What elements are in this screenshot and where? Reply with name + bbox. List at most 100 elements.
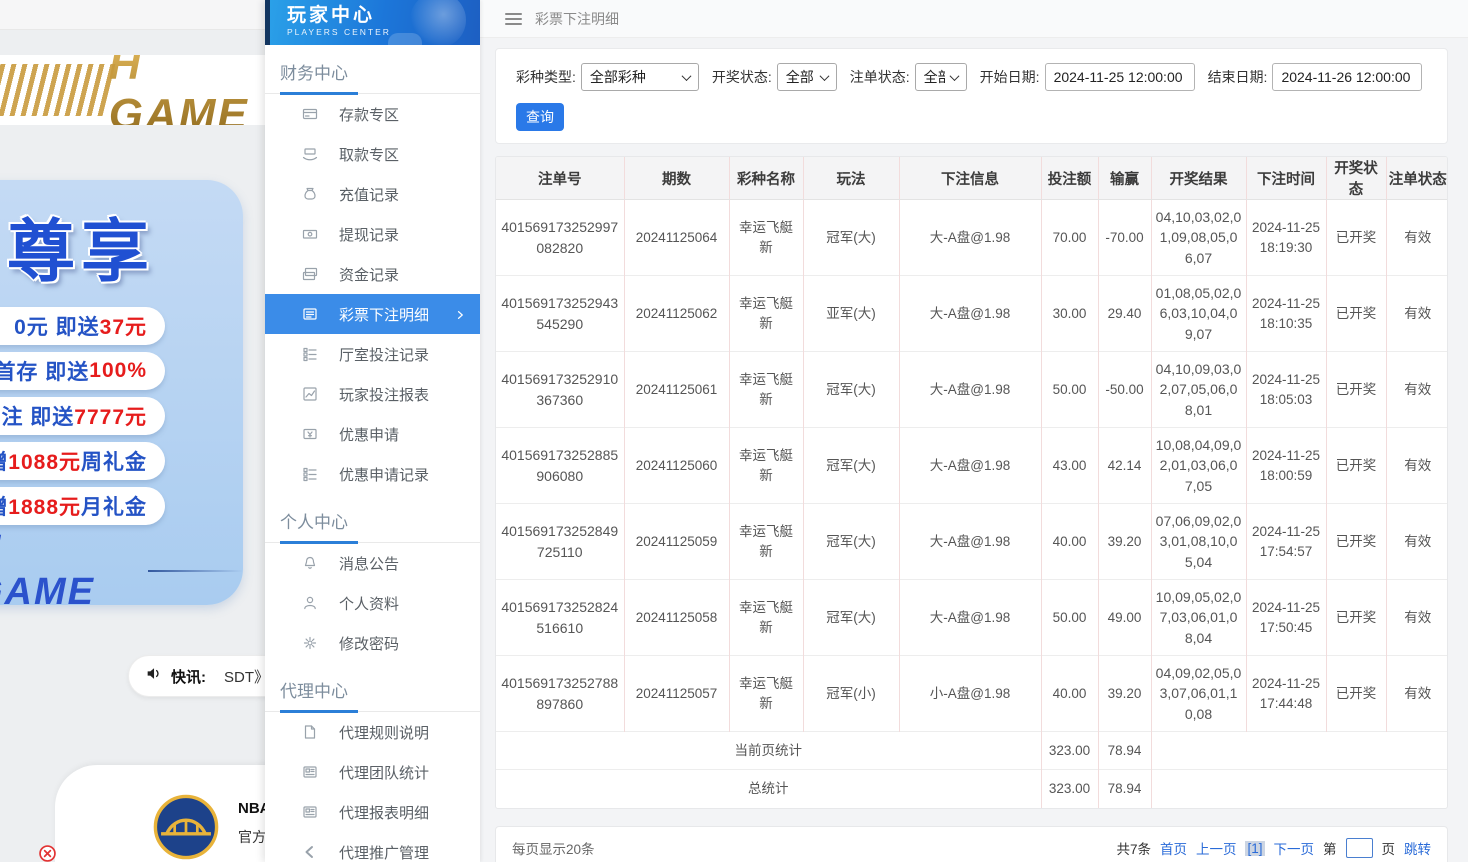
table-cell: 2024-11-25 18:19:30 [1246, 200, 1326, 276]
table-cell: 幸运飞艇新 [729, 200, 803, 276]
table-cell: 冠军(大) [803, 352, 899, 428]
table-cell: 401569173252788897860 [496, 656, 624, 732]
column-header: 注单号 [496, 157, 624, 200]
draw-status-select[interactable]: 全部 [777, 63, 837, 91]
nba-subtitle: 官方 [238, 827, 266, 847]
current-page[interactable]: [1] [1245, 841, 1264, 856]
sidebar-item[interactable]: 代理团队统计 [265, 752, 480, 792]
table-cell: 有效 [1386, 276, 1448, 352]
sidebar-item[interactable]: 资金记录 [265, 254, 480, 294]
brand-dash-line [148, 570, 243, 572]
column-header: 输赢 [1098, 157, 1151, 200]
next-page-link[interactable]: 下一页 [1274, 838, 1315, 858]
report-chart-icon [302, 386, 320, 402]
table-cell: 有效 [1386, 656, 1448, 732]
table-cell: 已开奖 [1326, 276, 1386, 352]
promo-panel: 尊享 0元 即送37元首存 即送100%注 即送7777元加赠1088元周礼金加… [0, 180, 243, 605]
top-strip [0, 0, 265, 30]
table-cell: 幸运飞艇新 [729, 656, 803, 732]
promo-brand-text: H GAME [0, 528, 136, 614]
lottery-type-select[interactable]: 全部彩种 [581, 63, 699, 91]
chevron-down-icon [819, 71, 829, 81]
start-date-input[interactable] [1045, 63, 1195, 91]
draw-status-label: 开奖状态: [712, 67, 772, 87]
sidebar-item[interactable]: 消息公告 [265, 543, 480, 583]
table-cell: 已开奖 [1326, 504, 1386, 580]
sidebar-item[interactable]: 代理报表明细 [265, 792, 480, 832]
bet-table: 注单号期数彩种名称玩法下注信息投注额输赢开奖结果下注时间开奖状态注单状态4015… [496, 157, 1448, 808]
jump-button[interactable]: 跳转 [1404, 838, 1431, 858]
brand-logo-mark-icon [0, 64, 115, 116]
table-cell: 幸运飞艇新 [729, 428, 803, 504]
table-cell: 10,08,04,09,02,01,03,06,07,05 [1151, 428, 1246, 504]
sidebar-item[interactable]: 取款专区 [265, 134, 480, 174]
sidebar-item[interactable]: 修改密码 [265, 623, 480, 663]
main-area: 彩票下注明细 彩种类型: 全部彩种 开奖状态: 全部 [480, 0, 1468, 862]
background-site-page: H GAME 尊享 0元 即送37元首存 即送100%注 即送7777元加赠10… [0, 0, 265, 862]
table-cell: 401569173252849725110 [496, 504, 624, 580]
table-cell: 04,10,03,02,01,09,08,05,06,07 [1151, 200, 1246, 276]
sidebar-item-label: 消息公告 [339, 553, 399, 574]
sidebar-item-label: 存款专区 [339, 104, 399, 125]
prev-page-link[interactable]: 上一页 [1196, 838, 1237, 858]
summary-empty [1151, 770, 1448, 808]
user-icon [302, 595, 320, 611]
table-cell: 有效 [1386, 352, 1448, 428]
menu-toggle-icon[interactable] [505, 13, 522, 25]
table-cell: 已开奖 [1326, 352, 1386, 428]
sidebar-item-label: 充值记录 [339, 184, 399, 205]
search-button[interactable]: 查询 [516, 103, 564, 131]
sidebar-item[interactable]: 存款专区 [265, 94, 480, 134]
sidebar-item[interactable]: 优惠申请记录 [265, 454, 480, 494]
column-header: 下注信息 [899, 157, 1041, 200]
sidebar-item[interactable]: 充值记录 [265, 174, 480, 214]
table-row: 40156917325294354529020241125062幸运飞艇新亚军(… [496, 276, 1448, 352]
table-cell: 04,09,02,05,03,07,06,01,10,08 [1151, 656, 1246, 732]
table-cell: 39.20 [1098, 656, 1151, 732]
table-cell: 49.00 [1098, 580, 1151, 656]
table-row: 40156917325299708282020241125064幸运飞艇新冠军(… [496, 200, 1448, 276]
page-jump-input[interactable] [1346, 838, 1373, 858]
table-cell: 401569173252997082820 [496, 200, 624, 276]
promo-pill: 加赠1888元月礼金 [0, 487, 165, 525]
sidebar-item[interactable]: 提现记录 [265, 214, 480, 254]
table-row: 40156917325288590608020241125060幸运飞艇新冠军(… [496, 428, 1448, 504]
table-cell: 亚军(大) [803, 276, 899, 352]
order-status-label: 注单状态: [850, 67, 910, 87]
first-page-link[interactable]: 首页 [1160, 838, 1187, 858]
table-cell: 已开奖 [1326, 428, 1386, 504]
sidebar-item-label: 代理推广管理 [339, 842, 429, 862]
close-icon[interactable] [39, 845, 56, 862]
sidebar-nav: 财务中心存款专区取款专区充值记录提现记录资金记录彩票下注明细厅室投注记录玩家投注… [265, 45, 480, 862]
order-status-select[interactable]: 全部 [915, 63, 967, 91]
sidebar-item-label: 厅室投注记录 [339, 344, 429, 365]
sidebar-item-label: 个人资料 [339, 593, 399, 614]
bell-icon [302, 555, 320, 571]
table-cell: 2024-11-25 17:50:45 [1246, 580, 1326, 656]
table-cell: 70.00 [1041, 200, 1098, 276]
sidebar-item[interactable]: 个人资料 [265, 583, 480, 623]
summary-winloss-total: 78.94 [1098, 770, 1151, 808]
sidebar-item[interactable]: 代理规则说明 [265, 712, 480, 752]
chevron-right-icon [454, 308, 466, 320]
sidebar-item[interactable]: 玩家投注报表 [265, 374, 480, 414]
deposit-card-icon [302, 106, 320, 122]
promo-brandline: H GAME [0, 528, 243, 614]
sidebar-item[interactable]: 代理推广管理 [265, 832, 480, 862]
table-cell: 401569173252824516610 [496, 580, 624, 656]
promo-pill: 0元 即送37元 [0, 307, 165, 345]
sidebar-item[interactable]: 厅室投注记录 [265, 334, 480, 374]
sidebar-item[interactable]: 彩票下注明细 [265, 294, 480, 334]
sidebar-item[interactable]: 优惠申请 [265, 414, 480, 454]
table-cell: 小-A盘@1.98 [899, 656, 1041, 732]
team-stats-icon [302, 764, 320, 780]
coupon-record-icon [302, 466, 320, 482]
section-title: 代理中心 [265, 663, 480, 712]
start-date-label: 开始日期: [980, 67, 1040, 87]
speaker-icon [145, 665, 162, 687]
end-date-input[interactable] [1272, 63, 1422, 91]
gamepad-decoration-icon [388, 33, 422, 45]
column-header: 开奖结果 [1151, 157, 1246, 200]
table-cell: 大-A盘@1.98 [899, 428, 1041, 504]
table-cell: 10,09,05,02,07,03,06,01,08,04 [1151, 580, 1246, 656]
